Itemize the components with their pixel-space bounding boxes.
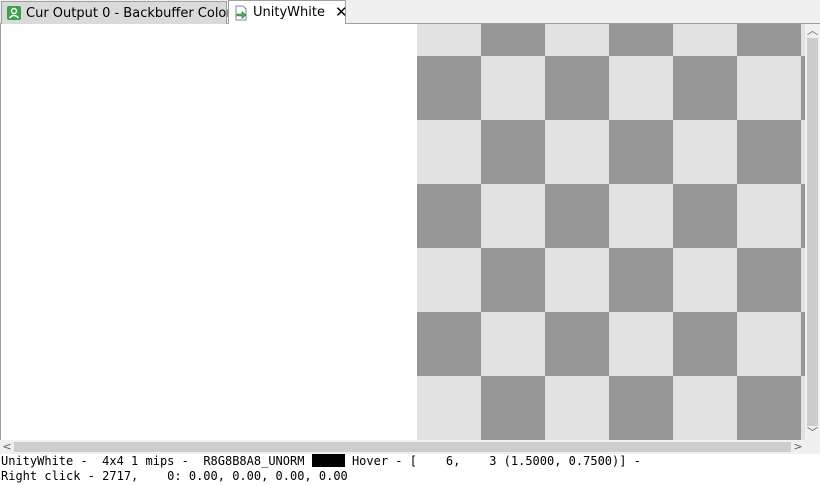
tab-bar: Cur Output 0 - Backbuffer Color UnityWhi… <box>0 0 820 24</box>
tab-unitywhite[interactable]: UnityWhite ✕ <box>228 0 348 24</box>
hover-info: Hover - [ 6, 3 (1.5000, 0.7500)] - <box>351 454 641 468</box>
texture-icon <box>6 5 22 21</box>
right-click-info: Right click - 2717, 0: 0.00, 0.00, 0.00,… <box>1 469 348 483</box>
texture-name: UnityWhite <box>1 454 74 468</box>
horizontal-scroll-thumb[interactable] <box>14 442 791 452</box>
tab-label: UnityWhite <box>253 5 325 20</box>
texture-format: R8G8B8A8_UNORM <box>203 454 305 468</box>
scroll-up-icon[interactable]: ︿ <box>805 24 820 38</box>
horizontal-scrollbar[interactable]: < > <box>0 440 805 454</box>
color-swatch <box>311 454 345 467</box>
tab-label: Cur Output 0 - Backbuffer Color <box>26 5 232 21</box>
vertical-scroll-thumb[interactable] <box>807 38 818 426</box>
scroll-left-icon[interactable]: < <box>0 440 14 454</box>
status-bar: UnityWhite - 4x4 1 mips - R8G8B8A8_UNORM… <box>0 454 820 485</box>
close-icon[interactable]: ✕ <box>335 5 348 20</box>
status-line-info: UnityWhite - 4x4 1 mips - R8G8B8A8_UNORM… <box>1 454 641 468</box>
texture-dims: 4x4 1 mips <box>102 454 175 468</box>
tab-cur-output[interactable]: Cur Output 0 - Backbuffer Color <box>1 1 232 24</box>
file-arrow-icon <box>233 5 249 21</box>
scroll-right-icon[interactable]: > <box>791 440 805 454</box>
checkerboard-background <box>417 24 805 440</box>
scrollbar-corner <box>805 440 820 454</box>
scroll-down-icon[interactable]: ﹀ <box>805 426 820 440</box>
vertical-scrollbar[interactable]: ︿ ﹀ <box>805 24 820 440</box>
